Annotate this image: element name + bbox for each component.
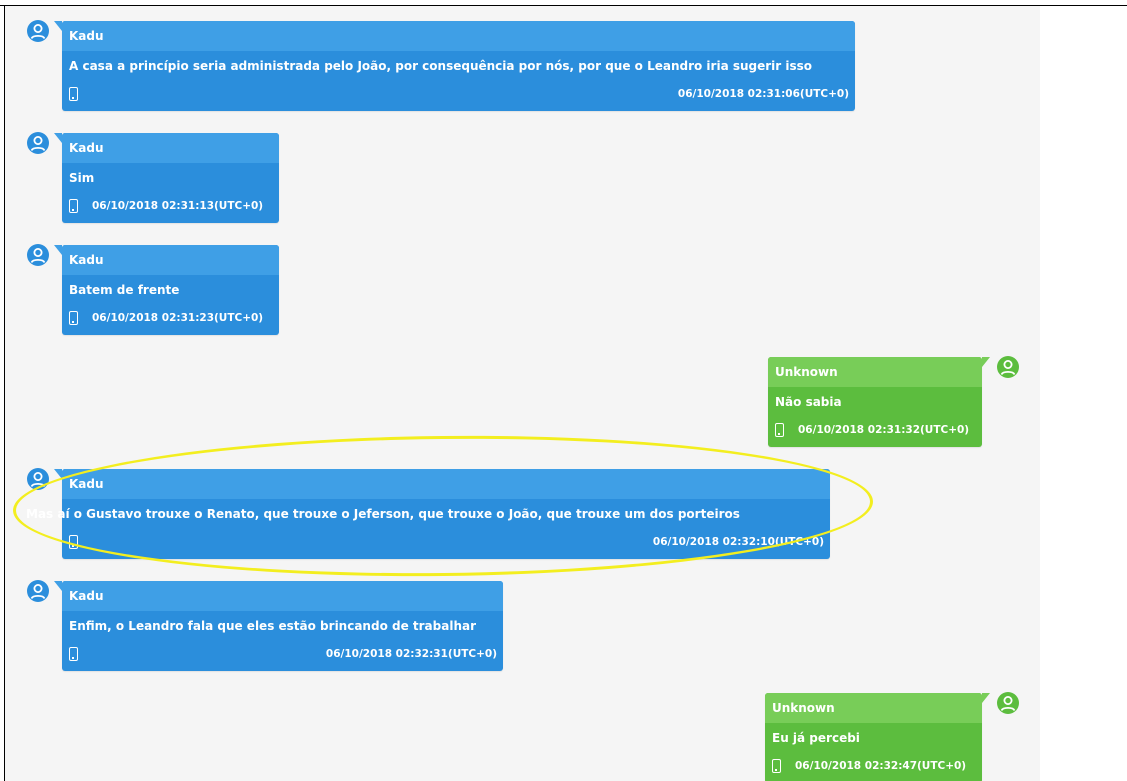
contact-avatar-icon	[27, 580, 49, 602]
message-timestamp: 06/10/2018 02:32:47(UTC+0)	[795, 760, 967, 772]
user-avatar-icon	[997, 692, 1019, 714]
chat-transcript[interactable]: Kadu A casa a princípio seria administra…	[5, 6, 1040, 781]
mobile-device-icon	[772, 759, 781, 773]
message-text: Não sabia	[775, 395, 842, 409]
message-sender: Kadu	[62, 21, 855, 51]
message-text: A casa a princípio seria administrada pe…	[69, 59, 813, 73]
message-sender: Unknown	[765, 693, 982, 723]
message-text: Sim	[69, 171, 95, 185]
user-avatar-icon	[997, 356, 1019, 378]
bubble-tail	[54, 469, 62, 479]
message-text: Eu já percebi	[772, 731, 860, 745]
bubble-tail	[54, 133, 62, 143]
message-sender: Kadu	[62, 469, 830, 499]
mobile-device-icon	[69, 87, 78, 101]
message-timestamp: 06/10/2018 02:32:31(UTC+0)	[325, 648, 497, 660]
message-sender: Unknown	[768, 357, 982, 387]
message-sender: Kadu	[62, 581, 503, 611]
mobile-device-icon	[69, 311, 78, 325]
message-text: Enfim, o Leandro fala que eles estão bri…	[69, 619, 477, 633]
bubble-tail	[54, 581, 62, 591]
message-text: Mas aí o Gustavo trouxe o Renato, que tr…	[26, 507, 740, 521]
bubble-tail	[982, 693, 990, 703]
message-timestamp: 06/10/2018 02:31:06(UTC+0)	[677, 88, 849, 100]
message-timestamp: 06/10/2018 02:32:10(UTC+0)	[652, 536, 824, 548]
message-bubble[interactable]: Unknown Não sabia 06/10/2018 02:31:32(UT…	[768, 357, 990, 447]
message-sender: Kadu	[62, 245, 279, 275]
message-bubble-highlighted[interactable]: Kadu Mas aí o Gustavo trouxe o Renato, q…	[26, 469, 830, 559]
message-timestamp: 06/10/2018 02:31:23(UTC+0)	[92, 312, 264, 324]
message-bubble[interactable]: Kadu A casa a princípio seria administra…	[54, 21, 855, 111]
mobile-device-icon	[69, 535, 78, 549]
bubble-tail	[54, 245, 62, 255]
mobile-device-icon	[69, 647, 78, 661]
mobile-device-icon	[69, 199, 78, 213]
message-bubble[interactable]: Unknown Eu já percebi 06/10/2018 02:32:4…	[765, 693, 990, 781]
bubble-tail	[54, 21, 62, 31]
message-timestamp: 06/10/2018 02:31:32(UTC+0)	[798, 424, 970, 436]
mobile-device-icon	[775, 423, 784, 437]
message-bubble[interactable]: Kadu Enfim, o Leandro fala que eles estã…	[54, 581, 503, 671]
bubble-tail	[982, 357, 990, 367]
message-sender: Kadu	[62, 133, 279, 163]
contact-avatar-icon	[27, 20, 49, 42]
message-text: Batem de frente	[69, 283, 180, 297]
message-timestamp: 06/10/2018 02:31:13(UTC+0)	[92, 200, 264, 212]
contact-avatar-icon	[27, 468, 49, 490]
message-bubble[interactable]: Kadu Sim 06/10/2018 02:31:13(UTC+0)	[54, 133, 279, 223]
contact-avatar-icon	[27, 244, 49, 266]
message-bubble[interactable]: Kadu Batem de frente 06/10/2018 02:31:23…	[54, 245, 279, 335]
contact-avatar-icon	[27, 132, 49, 154]
